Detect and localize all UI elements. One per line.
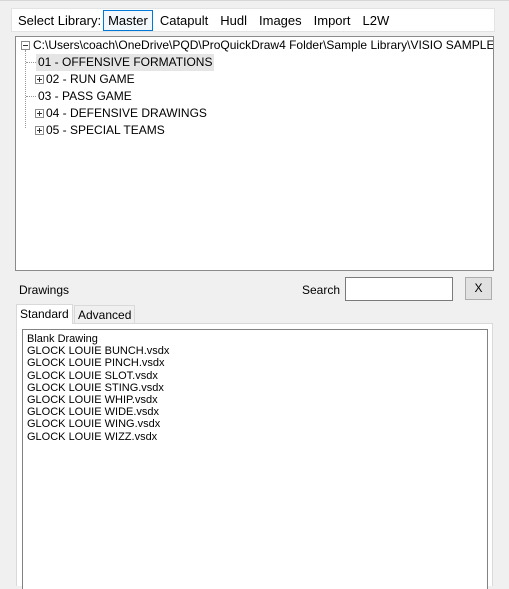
tree-node-run-game[interactable]: 02 - RUN GAME (46, 71, 135, 88)
list-item[interactable]: GLOCK LOUIE WIDE.vsdx (27, 406, 483, 418)
list-item[interactable]: GLOCK LOUIE WHIP.vsdx (27, 394, 483, 406)
tree-node-defensive-drawings[interactable]: 04 - DEFENSIVE DRAWINGS (46, 105, 207, 122)
tree-node-special-teams[interactable]: 05 - SPECIAL TEAMS (46, 122, 165, 139)
drawings-label: Drawings (19, 283, 70, 297)
tab-panel: Blank Drawing GLOCK LOUIE BUNCH.vsdx GLO… (16, 323, 493, 589)
list-item[interactable]: GLOCK LOUIE WIZZ.vsdx (27, 431, 483, 443)
tree-line (26, 62, 36, 63)
expand-icon[interactable] (35, 126, 44, 135)
tab-standard[interactable]: Standard (16, 304, 73, 324)
tree-node-offensive-formations[interactable]: 01 - OFFENSIVE FORMATIONS (36, 54, 215, 71)
list-item[interactable]: GLOCK LOUIE PINCH.vsdx (27, 357, 483, 369)
select-library-label: Select Library: (18, 12, 102, 28)
library-button-import[interactable]: Import (309, 10, 356, 31)
tree-line (26, 96, 36, 97)
top-border (0, 0, 509, 1)
library-button-master[interactable]: Master (103, 9, 153, 31)
list-item[interactable]: GLOCK LOUIE BUNCH.vsdx (27, 345, 483, 357)
search-label: Search (302, 283, 341, 297)
clear-search-button[interactable]: X (465, 277, 492, 300)
drawings-list[interactable]: Blank Drawing GLOCK LOUIE BUNCH.vsdx GLO… (22, 329, 488, 589)
collapse-icon[interactable] (21, 41, 30, 50)
library-button-images[interactable]: Images (254, 10, 307, 31)
tree-root[interactable]: C:\Users\coach\OneDrive\PQD\ProQuickDraw… (33, 37, 493, 54)
search-input[interactable] (345, 277, 453, 301)
tree-node-pass-game[interactable]: 03 - PASS GAME (38, 88, 132, 105)
library-button-catapult[interactable]: Catapult (155, 10, 213, 31)
expand-icon[interactable] (35, 109, 44, 118)
list-item[interactable]: Blank Drawing (27, 333, 483, 345)
tab-advanced[interactable]: Advanced (74, 305, 136, 323)
expand-icon[interactable] (35, 75, 44, 84)
list-item[interactable]: GLOCK LOUIE STING.vsdx (27, 382, 483, 394)
list-item[interactable]: GLOCK LOUIE SLOT.vsdx (27, 370, 483, 382)
list-item[interactable]: GLOCK LOUIE WING.vsdx (27, 418, 483, 430)
library-button-hudl[interactable]: Hudl (215, 10, 252, 31)
folder-tree[interactable]: C:\Users\coach\OneDrive\PQD\ProQuickDraw… (15, 36, 494, 271)
library-toolbar: Select Library: Master Catapult Hudl Ima… (11, 8, 495, 32)
library-button-l2w[interactable]: L2W (357, 10, 394, 31)
